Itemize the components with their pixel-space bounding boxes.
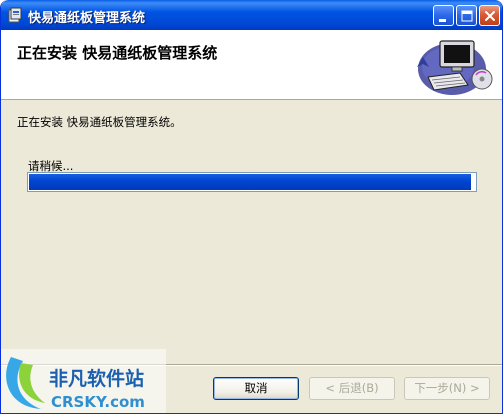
- progress-fill: [29, 174, 471, 190]
- computer-setup-icon: [417, 40, 493, 95]
- back-button[interactable]: < 后退(B): [309, 377, 395, 400]
- minimize-button[interactable]: [433, 5, 454, 26]
- crsky-watermark: 非凡软件站 CRSKY.com: [1, 349, 166, 413]
- watermark-en-text: CRSKY.com: [51, 393, 145, 411]
- status-text: 正在安装 快易通纸板管理系统。: [17, 115, 182, 129]
- close-icon: [485, 11, 495, 21]
- maximize-icon: [461, 10, 473, 22]
- window-title: 快易通纸板管理系统: [28, 11, 146, 26]
- watermark-cn-text: 非凡软件站: [49, 367, 144, 390]
- next-button[interactable]: 下一步(N) >: [404, 377, 490, 400]
- install-progress-bar: [27, 172, 477, 192]
- minimize-icon: [439, 19, 446, 22]
- page-title: 正在安装 快易通纸板管理系统: [17, 44, 218, 62]
- installer-icon: [8, 7, 22, 23]
- installer-window: 快易通纸板管理系统 正在安装 快易通纸板管理系统 正在安装 快易通纸板管理系统。…: [0, 0, 503, 414]
- cancel-button[interactable]: 取消: [213, 377, 299, 400]
- maximize-button[interactable]: [456, 5, 477, 26]
- close-button[interactable]: [479, 5, 500, 26]
- header-banner: 正在安装 快易通纸板管理系统: [1, 30, 502, 100]
- title-bar[interactable]: 快易通纸板管理系统: [1, 0, 502, 30]
